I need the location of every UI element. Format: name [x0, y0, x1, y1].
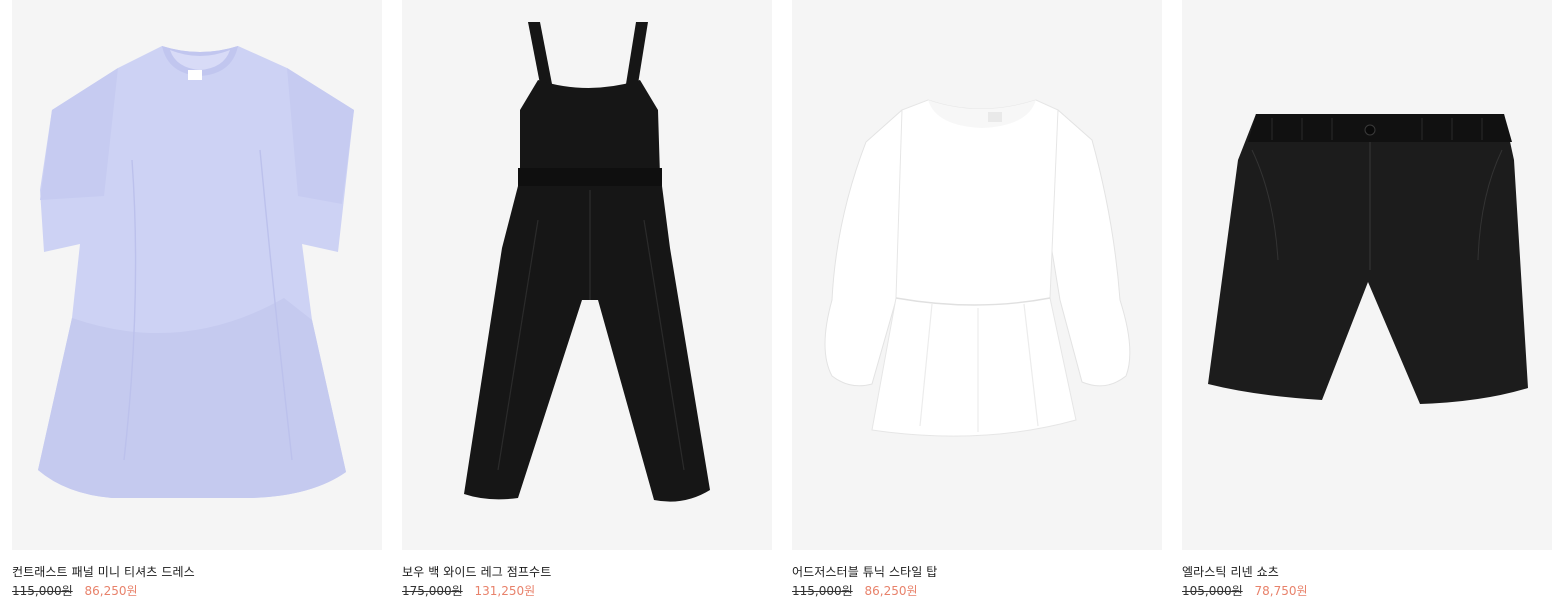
product-image[interactable] [792, 0, 1162, 550]
product-image[interactable] [402, 0, 772, 550]
sale-price: 78,750원 [1254, 584, 1308, 598]
product-image[interactable] [1182, 0, 1552, 550]
product-name[interactable]: 어드저스터블 튜닉 스타일 탑 [792, 563, 937, 580]
product-image[interactable] [12, 0, 382, 550]
original-price: 105,000원 [1182, 584, 1243, 598]
original-price: 175,000원 [402, 584, 463, 598]
product-card[interactable]: 보우 백 와이드 레그 점프수트 175,000원 131,250원 [402, 0, 772, 608]
product-prices: 105,000원 78,750원 [1182, 582, 1308, 599]
product-card[interactable]: 엘라스틱 리넨 쇼츠 105,000원 78,750원 [1182, 0, 1552, 608]
product-name[interactable]: 컨트래스트 패널 미니 티셔츠 드레스 [12, 563, 195, 580]
product-card[interactable]: 컨트래스트 패널 미니 티셔츠 드레스 115,000원 86,250원 [12, 0, 382, 608]
product-prices: 115,000원 86,250원 [12, 582, 138, 599]
product-name[interactable]: 보우 백 와이드 레그 점프수트 [402, 563, 551, 580]
lavender-tshirt-dress-image [38, 46, 354, 498]
original-price: 115,000원 [12, 584, 73, 598]
sale-price: 86,250원 [84, 584, 138, 598]
sale-price: 86,250원 [864, 584, 918, 598]
black-linen-shorts-image [1208, 114, 1528, 404]
original-price: 115,000원 [792, 584, 853, 598]
product-name[interactable]: 엘라스틱 리넨 쇼츠 [1182, 563, 1279, 580]
product-prices: 175,000원 131,250원 [402, 582, 535, 599]
product-prices: 115,000원 86,250원 [792, 582, 918, 599]
black-wide-leg-jumpsuit-image [464, 22, 710, 502]
product-card[interactable]: 어드저스터블 튜닉 스타일 탑 115,000원 86,250원 [792, 0, 1162, 608]
product-grid: 컨트래스트 패널 미니 티셔츠 드레스 115,000원 86,250원 보우 … [0, 0, 1555, 608]
sale-price: 131,250원 [474, 584, 536, 598]
white-tunic-top-image [824, 99, 1131, 437]
